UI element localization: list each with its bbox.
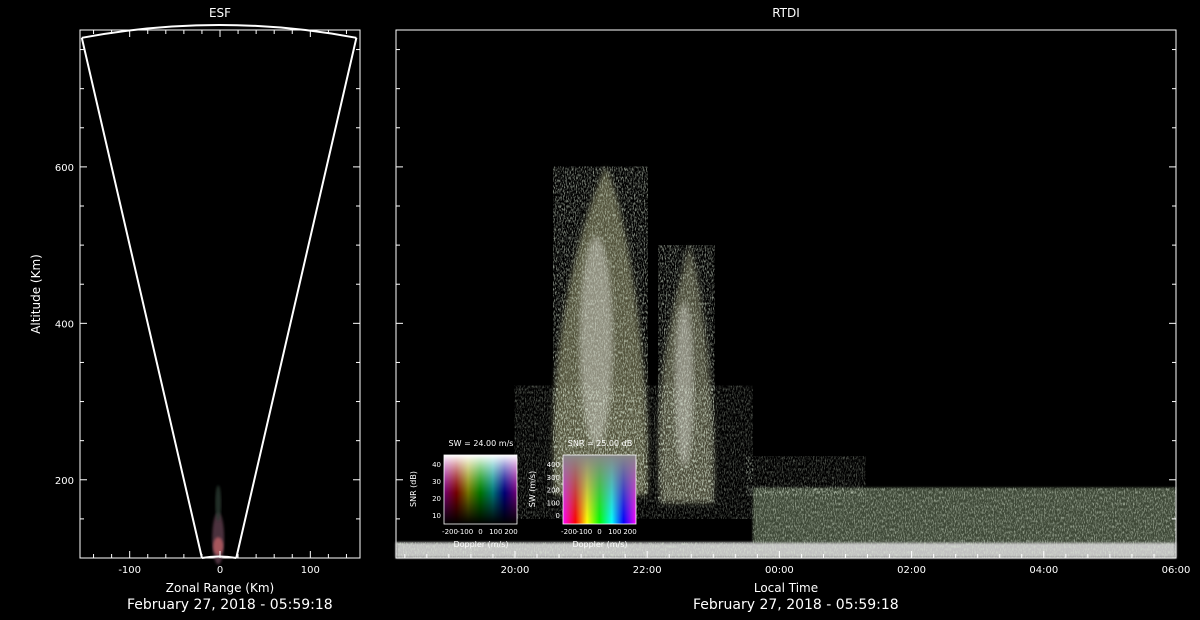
esf-plot-frame: [79, 29, 361, 559]
legend-x-tick-label: 200: [623, 528, 636, 536]
rtdi-x-tick-label: 22:00: [633, 565, 662, 576]
esf-x-tick-label: -100: [118, 565, 141, 576]
legend-x-tick-label: -100: [576, 528, 592, 536]
legend-1-title: SW = 24.00 m/s: [449, 439, 514, 448]
legend-x-tick-label: -200: [561, 528, 577, 536]
esf-y-axis-label: Altitude (Km): [29, 254, 43, 334]
esf-title: ESF: [209, 6, 231, 20]
legend-y-tick-label: 200: [547, 487, 560, 495]
esf-x-tick-label: 100: [301, 565, 320, 576]
esf-y-tick-label: 600: [55, 163, 74, 174]
legend-y-tick-label: 20: [432, 495, 441, 503]
legend-2-x-label: Doppler (m/s): [572, 540, 627, 549]
rtdi-layer-texture: [396, 542, 1176, 558]
legend-y-tick-label: 30: [432, 478, 441, 486]
rtdi-x-tick-label: 00:00: [765, 565, 794, 576]
legend-2-y-label: SW (m/s): [528, 471, 537, 507]
esf-y-tick-label: 200: [55, 476, 74, 487]
rtdi-x-axis-label: Local Time: [754, 581, 818, 595]
esf-y-tick-label: 400: [55, 319, 74, 330]
legend-y-tick-label: 400: [547, 461, 560, 469]
legend-y-tick-label: 300: [547, 474, 560, 482]
rtdi-timestamp: February 27, 2018 - 05:59:18: [693, 597, 899, 613]
rtdi-title: RTDI: [772, 6, 800, 20]
legend-x-tick-label: 100: [608, 528, 621, 536]
legend-x-tick-label: 100: [489, 528, 502, 536]
legend-1-swatch-shade: [444, 455, 517, 524]
legend-x-tick-label: 0: [478, 528, 482, 536]
esf-echo-peak: [213, 537, 224, 556]
esf-x-axis-label: Zonal Range (Km): [166, 581, 274, 595]
legend-1-x-ticks: -200 -100 0 100 200: [442, 528, 518, 536]
legend-y-tick-label: 40: [432, 461, 441, 469]
rtdi-layer-texture: [752, 487, 1176, 543]
rtdi-x-tick-label: 02:00: [897, 565, 926, 576]
legend-2-x-ticks: -200 -100 0 100 200: [561, 528, 637, 536]
legend-y-tick-label: 0: [556, 512, 560, 520]
rtdi-scatter-field: [746, 456, 866, 496]
legend-y-tick-label: 100: [547, 499, 560, 507]
esf-timestamp: February 27, 2018 - 05:59:18: [127, 597, 333, 613]
rtdi-x-tick-label: 04:00: [1029, 565, 1058, 576]
legend-2-title: SNR = 25.00 dB: [568, 439, 632, 448]
legend-y-tick-label: 10: [432, 512, 441, 520]
legend-x-tick-label: 200: [504, 528, 517, 536]
legend-2-swatch-gray: [563, 455, 636, 524]
esf-panel: ESF -100 0 100 200 400 600 Zonal Range (Km) A…: [29, 6, 361, 595]
legend-x-tick-label: 0: [597, 528, 601, 536]
rtdi-x-tick-label: 20:00: [501, 565, 530, 576]
rtdi-x-tick-label: 06:00: [1162, 565, 1191, 576]
chart-canvas: ESF -100 0 100200400600 Zonal Range (Km) A…: [29, 6, 1191, 595]
legend-1-y-label: SNR (dB): [409, 471, 418, 507]
rtdi-panel: RTDI 20:00 22:00 00:00 02:00 04:00 06:00 Loca…: [395, 6, 1191, 595]
legend-x-tick-label: -200: [442, 528, 458, 536]
esf-x-tick-label: 0: [217, 565, 223, 576]
esf-echo-faint: [215, 485, 222, 522]
legend-x-tick-label: -100: [457, 528, 473, 536]
legend-1-x-label: Doppler (m/s): [453, 540, 508, 549]
